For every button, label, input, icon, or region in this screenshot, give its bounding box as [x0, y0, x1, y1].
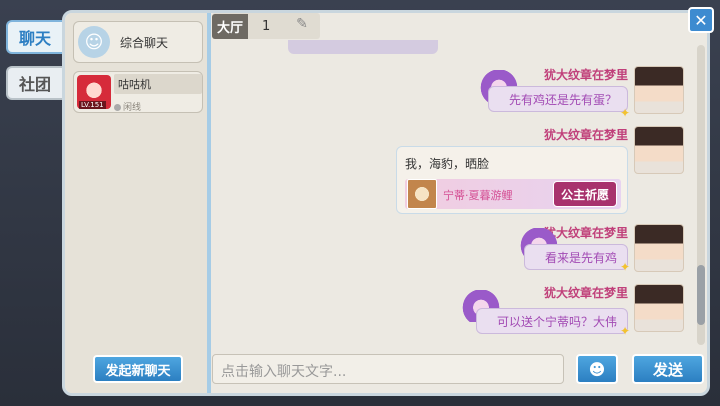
user-status: 闲线 — [114, 100, 202, 113]
hall-number: 1 — [262, 18, 271, 34]
message-bubble: 可以送个宁蒂吗？大伟 — [475, 308, 628, 334]
gacha-button[interactable]: 公主祈愿 — [553, 181, 617, 207]
previous-message-fragment — [288, 40, 438, 54]
gacha-share: 宁蒂·夏暮游鲤 公主祈愿 — [405, 179, 621, 209]
user-name: 咕咕机 — [114, 74, 202, 94]
sender-name: 犹大纹章在梦里 — [543, 128, 628, 142]
status-text: 闲线 — [123, 103, 142, 113]
message-row: 犹大纹章在梦里 先有鸡还是先有蛋？ ✦ — [218, 66, 688, 126]
tab-guild[interactable]: 社团 — [6, 66, 62, 100]
star-icon: ✦ — [619, 324, 630, 338]
star-icon: ✦ — [619, 260, 630, 274]
avatar: LV.151 — [77, 75, 111, 109]
level-badge: LV.151 — [79, 101, 106, 109]
sender-name: 犹大纹章在梦里 — [543, 68, 628, 82]
sender-portrait[interactable] — [634, 66, 684, 114]
sender-portrait[interactable] — [634, 284, 684, 332]
tab-chat[interactable]: 聊天 — [6, 20, 62, 54]
sender-name: 犹大纹章在梦里 — [543, 286, 628, 300]
scroll-thumb[interactable] — [697, 265, 705, 325]
conversation-user[interactable]: LV.151 咕咕机 闲线 — [73, 71, 203, 113]
conversation-public[interactable]: ☺ 综合聊天 — [73, 21, 203, 63]
close-button[interactable]: ✕ — [688, 7, 714, 33]
sender-portrait[interactable] — [634, 224, 684, 272]
edit-icon[interactable]: ✎ — [292, 16, 312, 36]
message-row: 犹大纹章在梦里 我，海豹，晒脸 宁蒂·夏暮游鲤 公主祈愿 — [218, 126, 688, 222]
message-text: 我，海豹，晒脸 — [405, 157, 490, 171]
star-icon: ✦ — [619, 106, 630, 120]
message-text: 先有鸡还是先有蛋？ — [508, 92, 617, 107]
scrollbar[interactable] — [697, 45, 705, 345]
status-dot-icon — [114, 104, 121, 111]
message-row: 犹大纹章在梦里 看来是先有鸡 ✦ — [218, 224, 688, 280]
message-area: 犹大纹章在梦里 先有鸡还是先有蛋？ ✦ 犹大纹章在梦里 我，海豹，晒脸 宁蒂·夏… — [212, 40, 696, 348]
message-row: 犹大纹章在梦里 可以送个宁蒂吗？大伟 ✦ — [218, 284, 688, 344]
message-text: 可以送个宁蒂吗？大伟 — [496, 314, 617, 329]
hall-label: 大厅 — [212, 13, 249, 39]
chat-input[interactable]: 点击输入聊天文字... — [212, 354, 564, 384]
sender-portrait[interactable] — [634, 126, 684, 174]
message-bubble: 先有鸡还是先有蛋？ — [487, 86, 628, 112]
message-text: 看来是先有鸡 — [544, 250, 617, 265]
conversation-list: ☺ 综合聊天 LV.151 咕咕机 闲线 发起新聊天 — [65, 13, 211, 393]
public-chat-label: 综合聊天 — [120, 35, 169, 50]
room-tag: 大厅 1 ✎ — [212, 13, 320, 39]
message-bubble: 我，海豹，晒脸 宁蒂·夏暮游鲤 公主祈愿 — [396, 146, 628, 214]
character-icon — [407, 179, 437, 209]
new-chat-button[interactable]: 发起新聊天 — [93, 355, 183, 383]
message-bubble: 看来是先有鸡 — [523, 244, 628, 270]
smiley-icon: ☻ — [588, 359, 606, 379]
send-button[interactable]: 发送 — [632, 354, 704, 384]
gacha-name: 宁蒂·夏暮游鲤 — [443, 189, 513, 202]
emoji-button[interactable]: ☻ — [576, 354, 618, 384]
public-chat-icon: ☺ — [78, 26, 110, 58]
